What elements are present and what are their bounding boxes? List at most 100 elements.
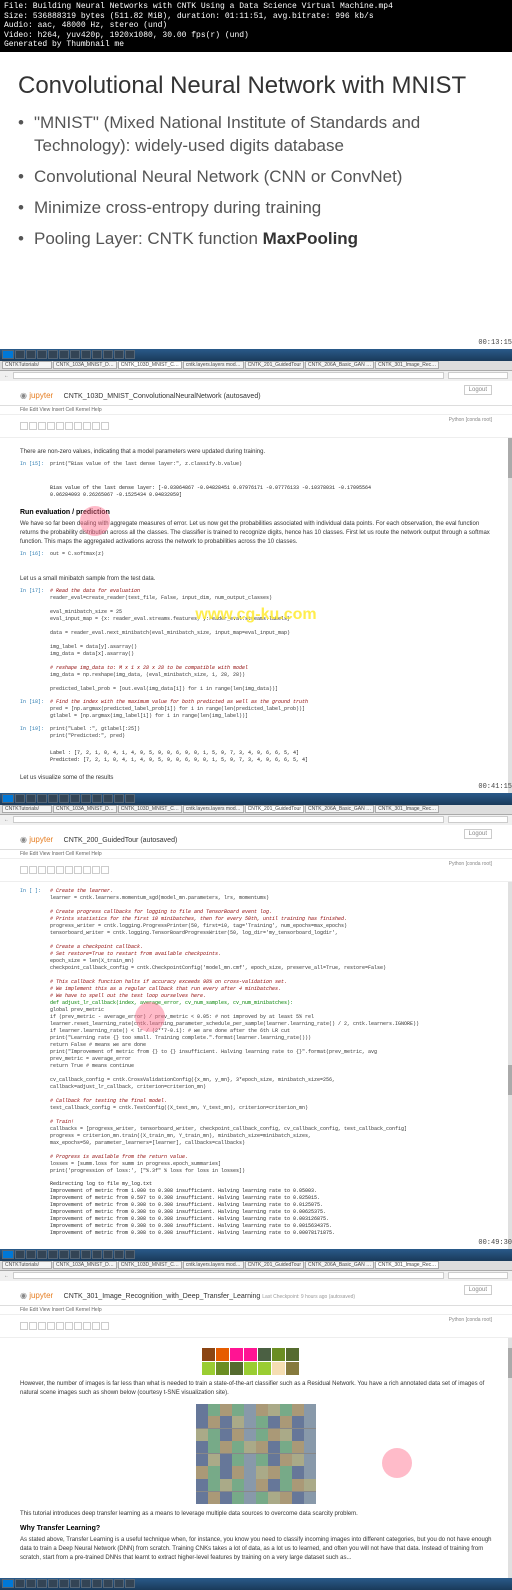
add-cell-icon[interactable] — [29, 422, 37, 430]
tab[interactable]: CNTK_301_Image_Rec… — [375, 805, 439, 813]
address-bar[interactable] — [13, 372, 444, 379]
start-button[interactable] — [2, 1250, 14, 1259]
copy-icon[interactable] — [47, 1322, 55, 1330]
tab[interactable]: CNTK_103D_MNIST_C… — [118, 1261, 182, 1269]
tab[interactable]: CNTK_103A_MNIST_D… — [53, 361, 117, 369]
scrollbar[interactable] — [508, 438, 512, 793]
taskbar-app[interactable] — [92, 350, 102, 359]
taskbar-app[interactable] — [70, 794, 80, 803]
taskbar-app[interactable] — [103, 794, 113, 803]
taskbar[interactable] — [0, 349, 512, 361]
search-box[interactable] — [448, 816, 508, 823]
address-bar[interactable] — [13, 816, 444, 823]
down-icon[interactable] — [74, 1322, 82, 1330]
taskbar-app[interactable] — [59, 350, 69, 359]
taskbar-app[interactable] — [114, 1250, 124, 1259]
taskbar-app[interactable] — [70, 1250, 80, 1259]
taskbar-app[interactable] — [81, 1250, 91, 1259]
jupyter-menu[interactable]: File Edit View Insert Cell Kernel Help — [0, 406, 512, 415]
taskbar-app[interactable] — [37, 794, 47, 803]
taskbar-app[interactable] — [114, 1579, 124, 1588]
tab[interactable]: CNTK_201_GuidedTour — [245, 1261, 304, 1269]
jupyter-menu[interactable]: File Edit View Insert Cell Kernel Help — [0, 1306, 512, 1315]
notebook-body[interactable]: However, the number of images is far les… — [0, 1338, 512, 1578]
save-icon[interactable] — [20, 866, 28, 874]
tab[interactable]: CNTKTutorials/ — [2, 1261, 52, 1269]
tab-active[interactable]: CNTK_301_Image_Rec… — [375, 1261, 439, 1269]
taskbar-app[interactable] — [103, 1579, 113, 1588]
paste-icon[interactable] — [56, 422, 64, 430]
notebook-title[interactable]: CNTK_301_Image_Recognition_with_Deep_Tra… — [64, 1293, 355, 1300]
taskbar-app[interactable] — [70, 1579, 80, 1588]
taskbar-app[interactable] — [125, 1579, 135, 1588]
search-box[interactable] — [448, 1272, 508, 1279]
notebook-body[interactable]: www.cg-ku.com There are non-zero values,… — [0, 438, 512, 793]
run-icon[interactable] — [83, 1322, 91, 1330]
code-line[interactable]: print("Bias value of the last dense laye… — [50, 461, 488, 468]
notebook-body[interactable]: In [ ]: # Create the learner. learner = … — [0, 882, 512, 1249]
add-cell-icon[interactable] — [29, 1322, 37, 1330]
tab[interactable]: CNTK_103A_MNIST_D… — [53, 1261, 117, 1269]
taskbar-app[interactable] — [15, 1579, 25, 1588]
code-block[interactable]: # Find the index with the maximum value … — [50, 699, 488, 720]
back-icon[interactable]: ← — [4, 1273, 9, 1279]
code-block[interactable]: # Create the learner. learner = cntk.lea… — [50, 888, 488, 1175]
save-icon[interactable] — [20, 1322, 28, 1330]
logout-button[interactable]: Logout — [464, 385, 492, 395]
notebook-title[interactable]: CNTK_200_GuidedTour (autosaved) — [64, 837, 178, 844]
jupyter-menu[interactable]: File Edit View Insert Cell Kernel Help — [0, 850, 512, 859]
taskbar-app[interactable] — [48, 1250, 58, 1259]
taskbar-app[interactable] — [15, 1250, 25, 1259]
taskbar[interactable] — [0, 1249, 512, 1261]
taskbar-app[interactable] — [92, 794, 102, 803]
copy-icon[interactable] — [47, 422, 55, 430]
address-bar[interactable] — [13, 1272, 444, 1279]
taskbar-app[interactable] — [92, 1579, 102, 1588]
taskbar-app[interactable] — [26, 1579, 36, 1588]
taskbar-app[interactable] — [114, 794, 124, 803]
taskbar-app[interactable] — [81, 350, 91, 359]
code-line[interactable]: out = C.softmax(z) — [50, 551, 488, 558]
down-icon[interactable] — [74, 422, 82, 430]
search-box[interactable] — [448, 372, 508, 379]
taskbar-app[interactable] — [125, 794, 135, 803]
tab[interactable]: CNTK_103A_MNIST_D… — [53, 805, 117, 813]
restart-icon[interactable] — [101, 1322, 109, 1330]
run-icon[interactable] — [83, 866, 91, 874]
tab[interactable]: CNTK_206A_Basic_GAN … — [305, 361, 374, 369]
taskbar-app[interactable] — [70, 350, 80, 359]
taskbar-app[interactable] — [26, 794, 36, 803]
taskbar-app[interactable] — [103, 1250, 113, 1259]
up-icon[interactable] — [65, 866, 73, 874]
tab[interactable]: CNTK_206A_Basic_GAN … — [305, 805, 374, 813]
taskbar-app[interactable] — [37, 1579, 47, 1588]
add-cell-icon[interactable] — [29, 866, 37, 874]
cut-icon[interactable] — [38, 866, 46, 874]
taskbar-app[interactable] — [81, 1579, 91, 1588]
start-button[interactable] — [2, 794, 14, 803]
taskbar-app[interactable] — [103, 350, 113, 359]
taskbar-app[interactable] — [125, 1250, 135, 1259]
up-icon[interactable] — [65, 1322, 73, 1330]
run-icon[interactable] — [83, 422, 91, 430]
restart-icon[interactable] — [101, 422, 109, 430]
taskbar-bottom[interactable] — [0, 1578, 512, 1590]
paste-icon[interactable] — [56, 866, 64, 874]
save-icon[interactable] — [20, 422, 28, 430]
tab-active[interactable]: CNTK_103D_MNIST_C… — [118, 361, 182, 369]
taskbar-app[interactable] — [15, 794, 25, 803]
tab[interactable]: CNTKTutorials/ — [2, 805, 52, 813]
taskbar-app[interactable] — [59, 1250, 69, 1259]
up-icon[interactable] — [65, 422, 73, 430]
taskbar-app[interactable] — [26, 1250, 36, 1259]
stop-icon[interactable] — [92, 1322, 100, 1330]
tab[interactable]: cntk.layers.layers mod… — [183, 805, 244, 813]
code-block[interactable]: # Read the data for evaluation reader_ev… — [50, 588, 488, 693]
stop-icon[interactable] — [92, 422, 100, 430]
tab[interactable]: CNTK_206A_Basic_GAN … — [305, 1261, 374, 1269]
restart-icon[interactable] — [101, 866, 109, 874]
taskbar-app[interactable] — [37, 350, 47, 359]
scrollbar[interactable] — [508, 1338, 512, 1578]
tab[interactable]: CNTK_301_Image_Rec… — [375, 361, 439, 369]
tab[interactable]: cntk.layers.layers mod… — [183, 361, 244, 369]
